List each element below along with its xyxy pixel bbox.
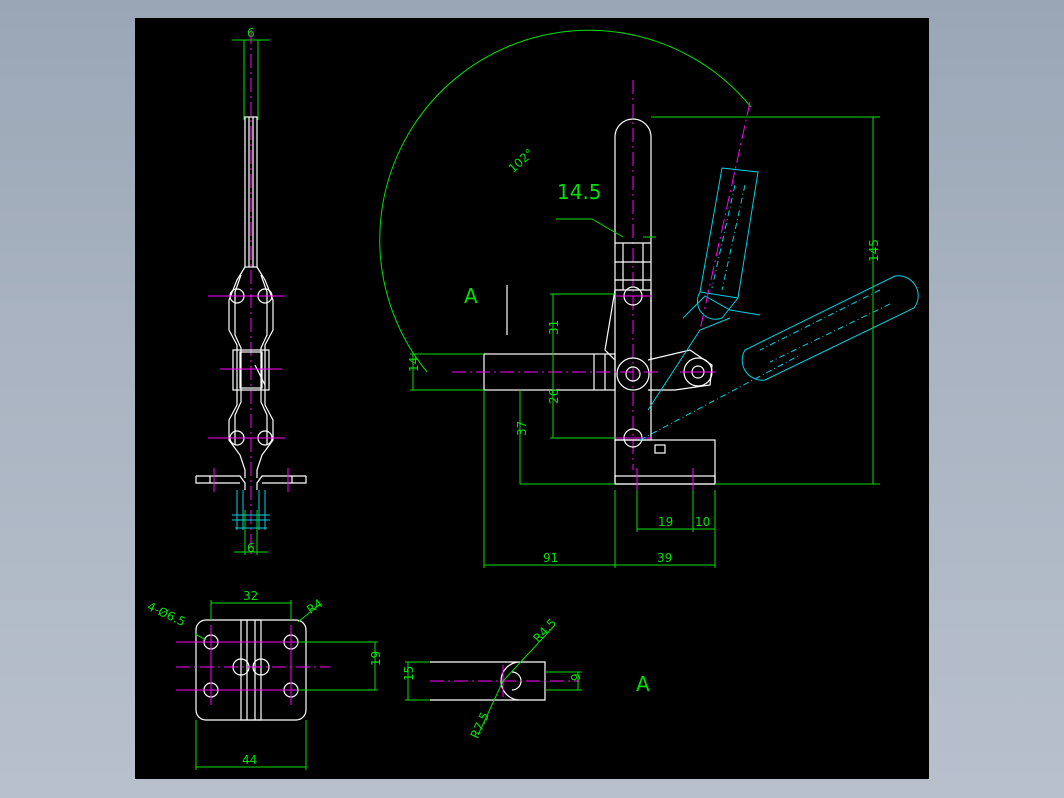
- dim-31-label: 31: [547, 320, 561, 335]
- handle-width-label: 14.5: [557, 180, 602, 204]
- dim-14-label: 14: [407, 357, 421, 372]
- detail-radius-large-label: R7.5: [468, 710, 492, 741]
- detail-view-letter: A: [636, 672, 650, 696]
- side-bottom-width-label: 6: [247, 541, 255, 555]
- dim-10-label: 10: [695, 515, 710, 529]
- angle-label: 102°: [506, 146, 537, 176]
- dim-39-label: 39: [657, 551, 672, 565]
- detail-slot-label: 9: [569, 673, 583, 681]
- detail-radius-small-label: R4.5: [530, 616, 559, 646]
- dim-91-label: 91: [543, 551, 558, 565]
- base-width-32-label: 32: [243, 589, 258, 603]
- detail-height-label: 15: [402, 666, 416, 681]
- cad-drawing-canvas: 6 6 102° 14.5 A 145 31 26 37 14 19 10 91…: [135, 18, 929, 779]
- base-width-44-label: 44: [242, 753, 257, 767]
- side-view: 6 6: [195, 26, 307, 555]
- front-view: 102° 14.5 A 145 31 26 37 14 19 10 91 39: [379, 29, 919, 568]
- dim-19-label: 19: [658, 515, 673, 529]
- detail-a-view: R4.5 R7.5 15 9 A: [402, 616, 650, 741]
- holes-label: 4-Ø6.5: [145, 599, 188, 629]
- hole-spacing-label: 19: [369, 651, 383, 666]
- dim-26-label: 26: [547, 389, 561, 404]
- base-plate-view: 32 R4 4-Ø6.5 19 44: [145, 589, 383, 770]
- view-a-letter: A: [464, 284, 478, 308]
- height-145-label: 145: [867, 239, 881, 262]
- dim-37-label: 37: [515, 421, 529, 436]
